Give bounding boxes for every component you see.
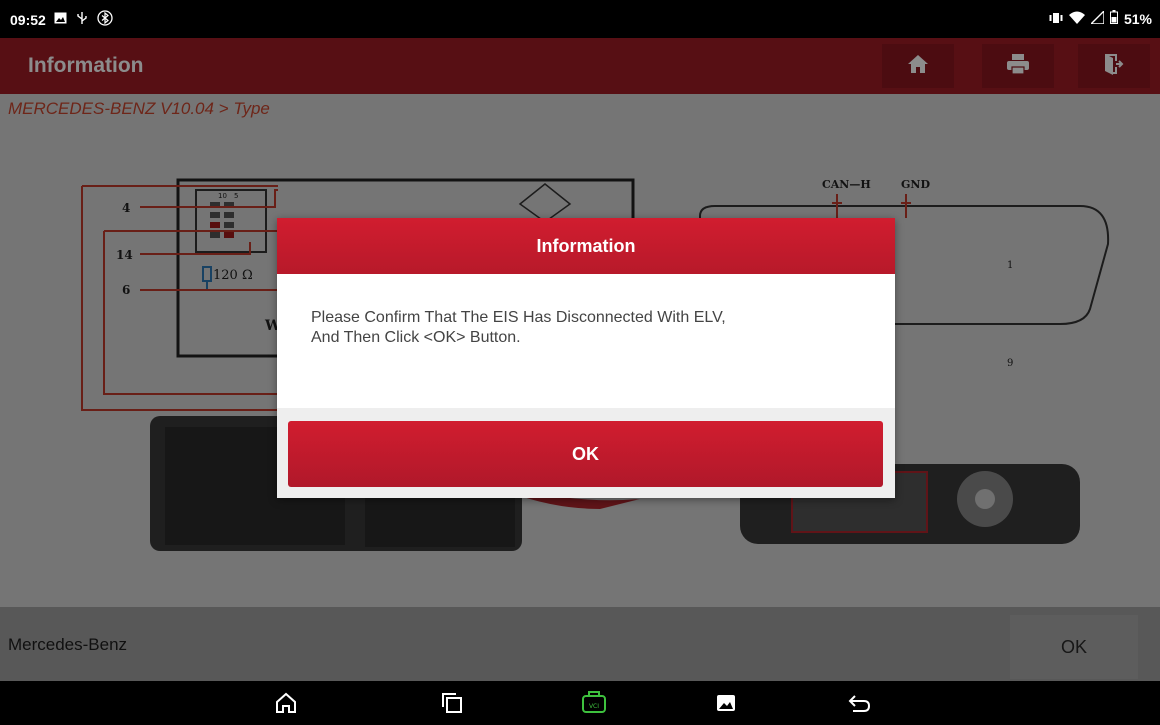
- wifi-icon: [1068, 11, 1085, 27]
- status-bar: 09:52 51%: [0, 0, 1160, 38]
- back-icon[interactable]: [846, 690, 874, 716]
- vci-icon[interactable]: VCI: [580, 690, 608, 716]
- information-dialog: Information Please Confirm That The EIS …: [277, 218, 895, 498]
- dialog-title: Information: [277, 218, 895, 274]
- clock: 09:52: [10, 11, 46, 28]
- vci-label: VCI: [589, 703, 599, 710]
- bluetooth-icon: [97, 10, 113, 29]
- dialog-footer: OK: [277, 408, 895, 498]
- system-nav-bar: VCI: [0, 681, 1160, 725]
- home-icon[interactable]: [272, 690, 300, 716]
- dialog-ok-button[interactable]: OK: [288, 421, 883, 487]
- usb-icon: [75, 11, 89, 28]
- dialog-message-line: Please Confirm That The EIS Has Disconne…: [311, 309, 726, 326]
- dialog-message: Please Confirm That The EIS Has Disconne…: [311, 308, 871, 348]
- dialog-message-line: And Then Click <OK> Button.: [311, 329, 521, 346]
- battery-percent: 51%: [1123, 10, 1152, 27]
- recent-apps-icon[interactable]: [438, 690, 466, 716]
- battery-icon: [1109, 10, 1118, 27]
- signal-icon: [1089, 8, 1105, 27]
- vibrate-icon: [1049, 11, 1063, 27]
- gallery-icon[interactable]: [712, 690, 740, 716]
- image-icon: [54, 12, 67, 27]
